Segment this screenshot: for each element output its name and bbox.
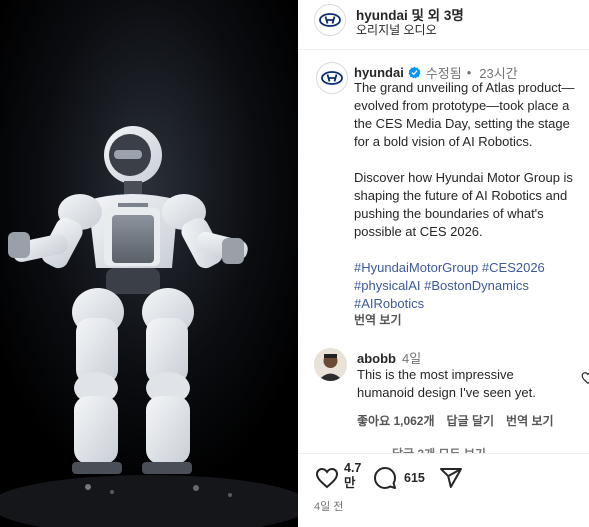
comment-line: humanoid design I've seen yet. xyxy=(357,385,536,400)
post-date: 4일 전 xyxy=(314,501,344,513)
post-detail-panel: hyundai 및 외 3명 오리지널 오디오 hyundai 수정됨 • 23… xyxy=(298,0,589,527)
hyundai-logo-icon xyxy=(314,4,346,36)
like-count-unit: 만 xyxy=(344,476,356,490)
like-count[interactable]: 4.7 만 xyxy=(344,461,366,491)
comment-bubble-icon[interactable] xyxy=(373,466,397,490)
comment-line: This is the most impressive xyxy=(357,367,514,382)
translate-caption-button[interactable]: 번역 보기 xyxy=(354,311,402,328)
caption-line: The grand unveiling of Atlas product— xyxy=(354,80,575,95)
audio-label[interactable]: 오리지널 오디오 xyxy=(356,21,437,38)
caption-username[interactable]: hyundai xyxy=(354,65,404,80)
author-avatar[interactable] xyxy=(314,4,346,36)
comment-header: abobb 4일 xyxy=(357,348,421,367)
caption-line: for a bold vision of AI Robotics. xyxy=(354,134,533,149)
caption-paragraph-1: The grand unveiling of Atlas product— ev… xyxy=(354,79,589,151)
paper-plane-icon[interactable] xyxy=(439,466,463,490)
caption-line: shaping the future of AI Robotics and xyxy=(354,188,568,203)
heart-outline-icon[interactable] xyxy=(581,371,589,385)
post-header: hyundai 및 외 3명 오리지널 오디오 xyxy=(298,0,589,50)
hashtag-link[interactable]: #HyundaiMotorGroup #CES2026 xyxy=(354,259,589,277)
hashtags: #HyundaiMotorGroup #CES2026 #physicalAI … xyxy=(354,259,589,313)
caption-line: Discover how Hyundai Motor Group is xyxy=(354,170,573,185)
post-actions-bar: 4.7 만 615 4일 전 xyxy=(298,453,589,527)
separator-dot: • xyxy=(466,65,472,80)
comment-text: This is the most impressive humanoid des… xyxy=(357,366,589,402)
verified-badge-icon xyxy=(408,66,421,79)
reply-button[interactable]: 답글 달기 xyxy=(447,412,495,429)
commenter-avatar[interactable] xyxy=(314,348,347,381)
translate-comment-button[interactable]: 번역 보기 xyxy=(506,412,554,429)
comment-count[interactable]: 615 xyxy=(404,471,425,485)
like-count-number: 4.7 xyxy=(344,461,362,475)
caption-line: the CES Media Day, setting the stage xyxy=(354,116,570,131)
post-media[interactable] xyxy=(0,0,298,527)
caption-avatar[interactable] xyxy=(316,62,348,94)
heart-outline-icon[interactable] xyxy=(314,466,340,490)
hyundai-logo-icon xyxy=(316,62,348,94)
humanoid-robot-image xyxy=(0,0,298,527)
hashtag-link[interactable]: #physicalAI #BostonDynamics xyxy=(354,277,589,295)
caption-text: The grand unveiling of Atlas product— ev… xyxy=(354,79,589,331)
caption-line: pushing the boundaries of what's xyxy=(354,206,544,221)
comment-username[interactable]: abobb xyxy=(357,351,396,366)
caption-line: evolved from prototype—took place a xyxy=(354,98,570,113)
caption-paragraph-2: Discover how Hyundai Motor Group is shap… xyxy=(354,169,589,241)
comment-likes-count[interactable]: 좋아요 1,062개 xyxy=(357,412,435,429)
comment-time[interactable]: 4일 xyxy=(402,351,421,366)
caption-line: possible at CES 2026. xyxy=(354,224,483,239)
comment-actions: 좋아요 1,062개 답글 달기 번역 보기 xyxy=(357,412,554,429)
